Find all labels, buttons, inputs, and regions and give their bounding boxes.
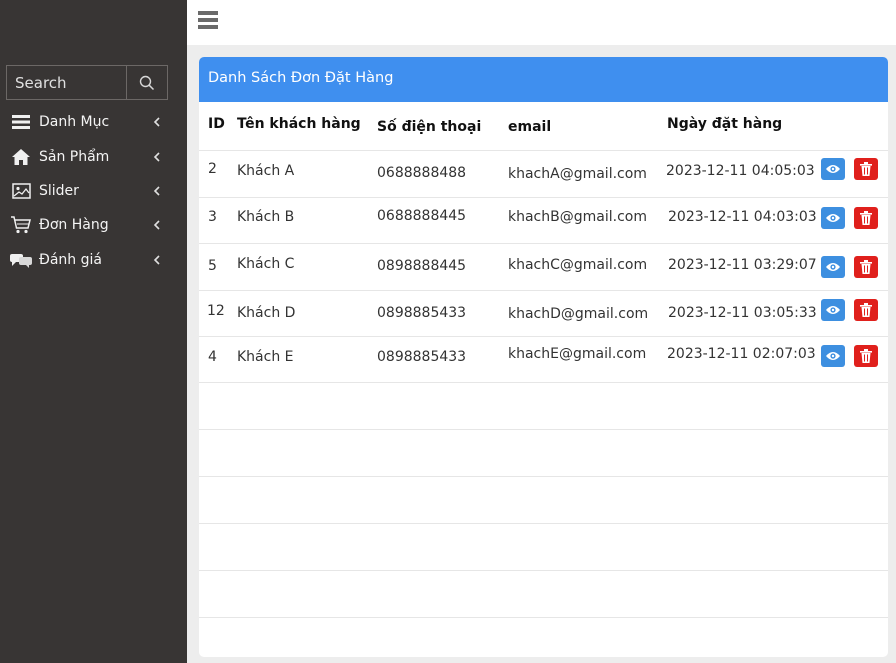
cell-date: 2023-12-11 04:03:03 <box>668 209 817 225</box>
row-divider <box>199 290 888 291</box>
trash-icon <box>860 349 872 363</box>
sidebar-item-label: Slider <box>39 183 79 199</box>
comments-icon <box>10 252 32 268</box>
column-header-id: ID <box>208 116 225 132</box>
cell-id: 2 <box>208 161 217 177</box>
chevron-left-icon <box>153 220 160 230</box>
list-icon <box>10 114 32 130</box>
cell-email: khachE@gmail.com <box>508 346 647 362</box>
eye-icon <box>826 306 840 314</box>
cell-id: 12 <box>207 303 225 319</box>
delete-button[interactable] <box>854 207 878 229</box>
eye-icon <box>826 352 840 360</box>
search-box <box>6 65 168 100</box>
row-divider <box>199 523 888 524</box>
image-icon <box>10 183 32 199</box>
search-input[interactable] <box>7 66 127 99</box>
topbar <box>187 0 896 45</box>
hamburger-icon <box>198 11 218 29</box>
cell-name: Khách C <box>237 256 295 272</box>
sidebar-item-label: Danh Mục <box>39 114 110 130</box>
cell-date: 2023-12-11 04:05:03 <box>666 163 815 179</box>
cell-phone: 0898888445 <box>377 258 467 274</box>
cell-email: khachB@gmail.com <box>508 209 647 225</box>
cart-icon <box>10 216 32 234</box>
trash-icon <box>860 260 872 274</box>
trash-icon <box>860 303 872 317</box>
cell-date: 2023-12-11 03:29:07 <box>668 257 817 273</box>
cell-name: Khách E <box>237 349 294 365</box>
row-divider <box>199 476 888 477</box>
cell-id: 3 <box>208 209 217 225</box>
sidebar-item-label: Sản Phẩm <box>39 149 110 165</box>
trash-icon <box>860 162 872 176</box>
cell-date: 2023-12-11 03:05:33 <box>668 305 817 321</box>
row-divider <box>199 382 888 383</box>
sidebar-item-san-pham[interactable]: Sản Phẩm <box>0 143 187 171</box>
sidebar-item-danh-gia[interactable]: Đánh giá <box>0 246 187 274</box>
row-divider <box>199 570 888 571</box>
view-button[interactable] <box>821 158 845 180</box>
cell-name: Khách A <box>237 163 295 179</box>
cell-id: 4 <box>208 349 217 365</box>
eye-icon <box>826 165 840 173</box>
sidebar-item-don-hang[interactable]: Đơn Hàng <box>0 211 187 239</box>
cell-email: khachC@gmail.com <box>508 257 648 273</box>
eye-icon <box>826 214 840 222</box>
chevron-left-icon <box>153 186 160 196</box>
cell-email: khachA@gmail.com <box>508 166 647 182</box>
column-header-phone: Số điện thoại <box>377 119 482 135</box>
cell-email: khachD@gmail.com <box>508 306 649 322</box>
column-header-name: Tên khách hàng <box>237 116 361 132</box>
sidebar-item-danh-muc[interactable]: Danh Mục <box>0 108 187 136</box>
sidebar-item-label: Đánh giá <box>39 252 102 268</box>
sidebar-item-label: Đơn Hàng <box>39 217 109 233</box>
row-divider <box>199 243 888 244</box>
view-button[interactable] <box>821 299 845 321</box>
row-divider <box>199 429 888 430</box>
row-divider <box>199 150 888 151</box>
trash-icon <box>860 211 872 225</box>
delete-button[interactable] <box>854 158 878 180</box>
row-divider <box>199 617 888 618</box>
delete-button[interactable] <box>854 345 878 367</box>
cell-phone: 0688888488 <box>377 165 467 181</box>
cell-phone: 0898885433 <box>377 305 467 321</box>
orders-card: Danh Sách Đơn Đặt Hàng ID Tên khách hàng… <box>199 57 888 657</box>
sidebar-item-slider[interactable]: Slider <box>0 177 187 205</box>
cell-phone: 0688888445 <box>377 208 467 224</box>
delete-button[interactable] <box>854 256 878 278</box>
home-icon <box>10 148 32 166</box>
cell-name: Khách D <box>237 305 296 321</box>
card-title: Danh Sách Đơn Đặt Hàng <box>199 57 888 102</box>
search-icon <box>139 75 155 90</box>
cell-id: 5 <box>208 258 217 274</box>
cell-date: 2023-12-11 02:07:03 <box>667 346 816 362</box>
chevron-left-icon <box>153 255 160 265</box>
menu-toggle-button[interactable] <box>198 10 218 34</box>
cell-phone: 0898885433 <box>377 349 467 365</box>
view-button[interactable] <box>821 345 845 367</box>
view-button[interactable] <box>821 207 845 229</box>
delete-button[interactable] <box>854 299 878 321</box>
row-divider <box>199 336 888 337</box>
chevron-left-icon <box>153 152 160 162</box>
view-button[interactable] <box>821 256 845 278</box>
cell-name: Khách B <box>237 209 295 225</box>
column-header-date: Ngày đặt hàng <box>667 116 783 132</box>
sidebar: Danh Mục Sản Phẩm Slider Đơn Hàng Đánh g… <box>0 0 187 663</box>
search-button[interactable] <box>127 66 167 99</box>
eye-icon <box>826 263 840 271</box>
chevron-left-icon <box>153 117 160 127</box>
row-divider <box>199 197 888 198</box>
column-header-email: email <box>508 119 552 135</box>
